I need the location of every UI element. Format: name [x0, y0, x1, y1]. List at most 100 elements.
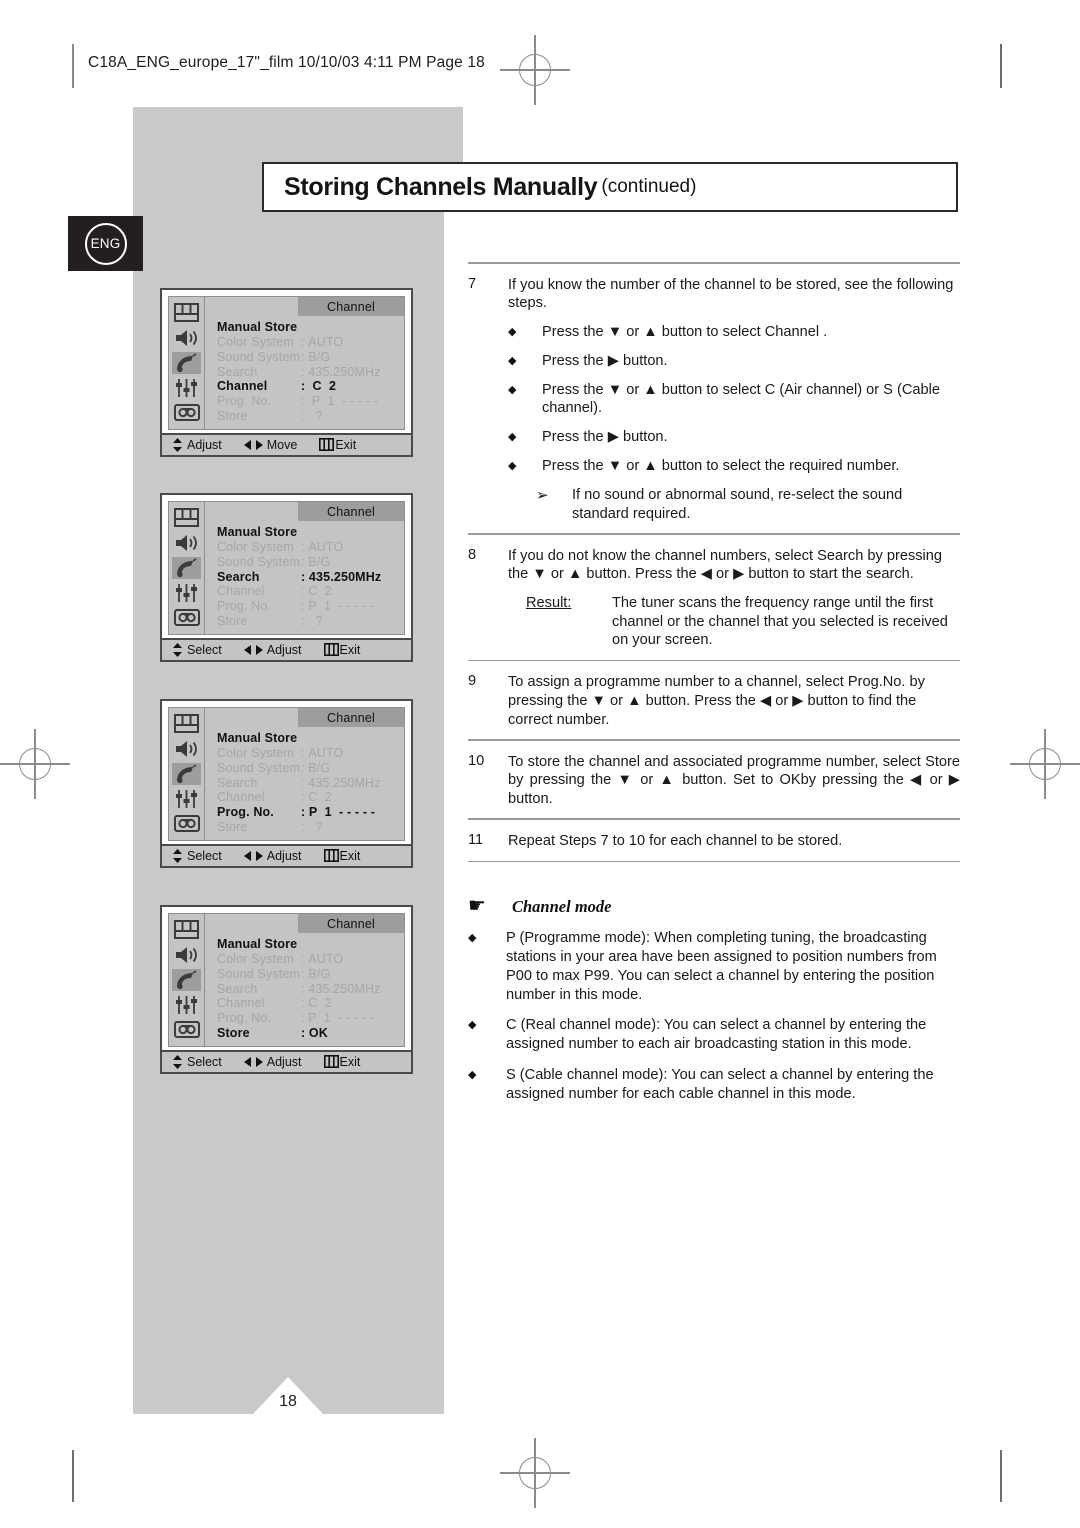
osd-footer-label: Exit: [335, 437, 357, 452]
osd-row-label: Channel: [217, 379, 268, 394]
channel-mode-heading: Channel mode: [512, 897, 612, 917]
registration-mark-left: [0, 729, 70, 799]
osd-row-6: Store: OK: [217, 1026, 404, 1041]
bullet-text: Press the ▼ or ▲ button to select C (Air…: [542, 381, 940, 417]
osd-tab-channel: Channel: [298, 708, 404, 727]
diamond-bullet-icon: ◆: [508, 354, 517, 367]
step-8: 8 If you do not know the channel numbers…: [468, 535, 960, 660]
osd-row-6: Store : ?: [217, 408, 404, 424]
step-9: 9 To assign a programme number to a chan…: [468, 661, 960, 739]
osd-footer-hint-0: Adjust: [172, 437, 222, 452]
channel-mode-text: S (Cable channel mode): You can select a…: [506, 1067, 934, 1102]
diamond-bullet-icon: ◆: [468, 932, 477, 945]
osd-row-value: : AUTO: [301, 745, 344, 760]
osd-row-label: Store: [217, 819, 248, 834]
osd-row-value: : C 2: [301, 584, 332, 599]
osd-footer-label: Adjust: [266, 848, 302, 863]
step-7-bullets: ◆ Press the ▼ or ▲ button to select Chann…: [508, 323, 960, 523]
osd-footer-hint-0: Select: [172, 642, 222, 657]
osd-row-5: Prog. No.: P 1 - - - - -: [217, 394, 404, 409]
osd-footer-label: Exit: [339, 642, 361, 657]
osd-row-5: Prog. No.: P 1 - - - - -: [217, 1011, 404, 1026]
registration-mark-bottom: [500, 1438, 570, 1508]
osd-row-label: Color System: [217, 539, 294, 554]
osd-screen: Channel Manual Store Color System: AUTO So…: [162, 907, 411, 1050]
osd-row-label: Prog. No.: [217, 1011, 272, 1026]
up-down-arrow-icon: [172, 1054, 183, 1069]
osd-row-value: : C 2: [301, 996, 332, 1011]
picture-icon: [172, 507, 201, 529]
osd-row-2: Sound System: B/G: [217, 350, 404, 365]
osd-rows: Manual Store Color System: AUTO Sound Syst…: [205, 933, 404, 1046]
list-item: ◆ Press the ▼ or ▲ button to select the r…: [508, 457, 960, 476]
trim-mark-bottom-left: [72, 1450, 74, 1502]
osd-row-4: Channel: C 2: [217, 585, 404, 599]
osd-row-label: Search: [217, 569, 260, 584]
osd-row-label: Sound System: [217, 966, 301, 981]
osd-row-6: Store: ?: [217, 819, 404, 835]
osd-footer-hint-2: Exit: [323, 849, 360, 863]
registration-mark-top: [500, 35, 570, 105]
document-page: C18A_ENG_europe_17"_film 10/10/03 4:11 P…: [0, 0, 1080, 1528]
step-10: 10 To store the channel and associated p…: [468, 741, 960, 819]
osd-tab-channel: Channel: [298, 297, 404, 316]
sliders-icon: [172, 377, 201, 399]
bullet-text: Press the ▶ button.: [542, 428, 668, 445]
channel-mode-list: ◆ P (Programme mode): When completing tun…: [468, 929, 960, 1103]
osd-icon-rail: [168, 913, 205, 1047]
osd-row-label: Store: [217, 613, 248, 628]
list-item: ◆ C (Real channel mode): You can select a…: [468, 1016, 960, 1054]
osd-footer-hint-1: Move: [243, 438, 297, 452]
osd-footer-hint-1: Adjust: [243, 1055, 302, 1069]
osd-footer-hint-2: Exit: [319, 438, 356, 452]
osd-footer-hint-0: Select: [172, 1054, 222, 1069]
language-badge-label: ENG: [84, 222, 127, 265]
osd-row-6: Store: ?: [217, 613, 404, 629]
instructions-column: 7 If you know the number of the channel …: [468, 262, 960, 1116]
osd-row-value: : C 2: [301, 379, 337, 394]
page-number: 18: [252, 1377, 324, 1415]
result-label: Result:: [526, 594, 572, 611]
osd-footer-hint-2: Exit: [323, 642, 361, 657]
up-down-arrow-icon: [172, 642, 183, 657]
step-9-number: 9: [468, 673, 477, 690]
left-right-arrow-icon: [243, 644, 263, 656]
step-11-number: 11: [468, 832, 484, 849]
osd-row-label: Store: [217, 408, 248, 423]
osd-row-value: : ?: [301, 408, 323, 423]
header-file-line: C18A_ENG_europe_17"_film 10/10/03 4:11 P…: [88, 54, 485, 71]
satellite-dish-icon: [172, 556, 201, 579]
picture-icon: [172, 919, 201, 941]
satellite-dish-icon: [172, 351, 201, 374]
menu-exit-icon: [323, 849, 339, 863]
step-8-number: 8: [468, 546, 477, 563]
picture-icon: [172, 713, 201, 735]
osd-row-4: Channel: C 2: [217, 791, 404, 805]
osd-screen: Channel Manual Store Color System: AUTO So…: [162, 495, 411, 638]
page-title-main: Storing Channels Manually: [284, 172, 598, 201]
vcr-icon: [172, 607, 201, 629]
osd-row-label: Sound System: [217, 760, 301, 775]
pointing-hand-icon: ☛: [468, 895, 486, 918]
osd-footer-hint-1: Adjust: [243, 848, 302, 863]
page-title: Storing Channels Manually (continued): [262, 162, 958, 212]
osd-rows: Manual Store Color System: AUTO Sound Syst…: [205, 521, 404, 634]
osd-row-label: Color System: [217, 334, 294, 349]
sliders-icon: [172, 994, 201, 1016]
vcr-icon: [172, 402, 201, 424]
osd-row-label: Search: [217, 364, 258, 379]
osd-row-3: Search: 435.250MHz: [217, 982, 404, 997]
osd-row-value: : AUTO: [301, 334, 344, 349]
diamond-bullet-icon: ◆: [508, 383, 517, 396]
osd-row-label: Channel: [217, 790, 265, 805]
osd-row-value: : P 1 - - - - -: [301, 599, 375, 614]
left-right-arrow-icon: [243, 1056, 263, 1068]
list-item: ◆ P (Programme mode): When completing tun…: [468, 929, 960, 1004]
osd-row-value: : AUTO: [301, 951, 344, 966]
osd-row-label: Search: [217, 775, 258, 790]
speaker-icon: [172, 532, 201, 554]
step-7-number: 7: [468, 275, 477, 292]
osd-tab-channel: Channel: [298, 502, 404, 521]
osd-footer-label: Select: [187, 848, 222, 863]
osd-row-value: : P 1 - - - - -: [301, 805, 376, 820]
